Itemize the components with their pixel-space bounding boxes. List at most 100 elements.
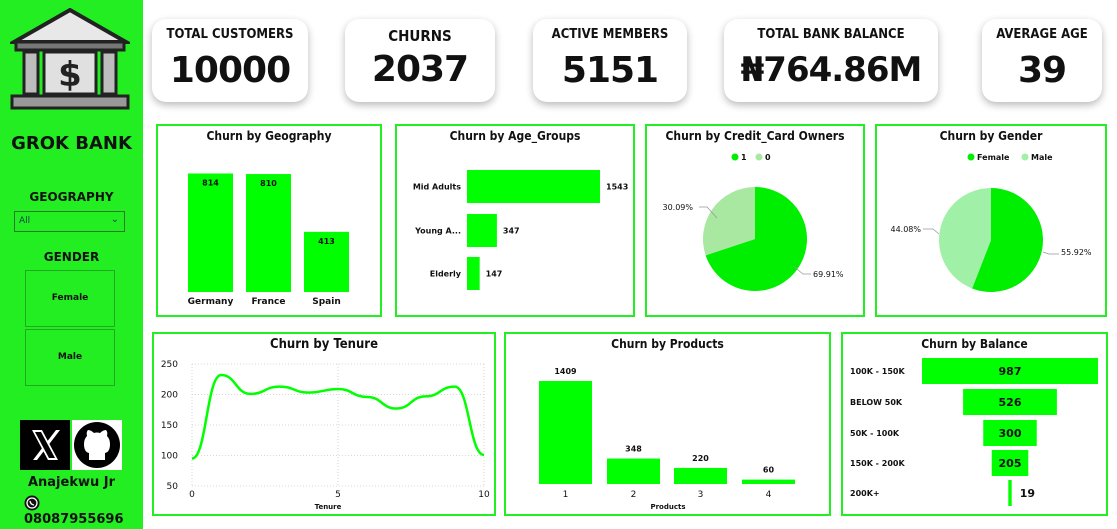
kpi-churns: CHURNS 2037	[345, 19, 495, 102]
gender-female-button[interactable]: Female	[25, 270, 115, 327]
x-axis-label: Products	[650, 503, 685, 511]
kpi-value: 39	[1017, 50, 1067, 91]
kpi-value: 5151	[561, 50, 659, 91]
bar	[607, 458, 660, 484]
brand-name: GROK BANK	[11, 133, 132, 154]
tick-label: 4	[766, 490, 772, 500]
bar	[467, 257, 480, 290]
tick-label: Young A...	[414, 227, 461, 236]
tick-label: 1	[563, 490, 569, 500]
category-label: 150K - 200K	[850, 459, 905, 468]
y-tick-label: 150	[161, 421, 178, 431]
geography-dropdown[interactable]: All ⌄	[14, 211, 125, 232]
data-label: 44.08%	[890, 225, 921, 234]
chart-credit-card: 69.91% 30.09% 1 0	[662, 153, 844, 291]
tick-label: Germany	[188, 297, 234, 307]
gender-filter-label: GENDER	[43, 250, 100, 264]
kpi-average-age: AVERAGE AGE 39	[982, 19, 1102, 102]
legend-label: 0	[765, 153, 771, 162]
data-label: 60	[763, 466, 775, 475]
data-label: 413	[318, 237, 335, 246]
legend-marker	[755, 153, 763, 161]
panel-churn-by-credit-card: Churn by Credit_Card Owners 69.91% 30.09%…	[645, 124, 865, 317]
leader-line	[1042, 251, 1059, 255]
category-label: 50K - 100K	[850, 429, 900, 438]
legend-marker	[731, 153, 739, 161]
tick-label: 2	[631, 490, 637, 500]
chevron-down-icon: ⌄	[110, 214, 119, 225]
chart-products: 1409 1 348 2 220 3 60 4 Products	[539, 367, 795, 511]
y-tick-label: 250	[161, 360, 178, 370]
svg-text:$: $	[58, 55, 82, 95]
legend-label: Male	[1031, 153, 1053, 162]
tick-label: Mid Adults	[413, 183, 461, 192]
panel-churn-by-products: Churn by Products 1409 1 348 2 220 3 60 4 Produc…	[504, 332, 831, 516]
kpi-value: ₦764.86M	[740, 50, 923, 90]
bar	[246, 174, 291, 292]
kpi-value: 10000	[169, 50, 291, 91]
bar	[674, 467, 727, 484]
panel-churn-by-gender: Churn by Gender 55.92% 44.08% Female Male	[875, 124, 1107, 317]
data-label: 987	[999, 365, 1022, 378]
data-label: 1543	[606, 183, 628, 192]
geography-filter-label: GEOGRAPHY	[29, 190, 114, 204]
panel-churn-by-geography: Churn by Geography 814 Germany 810 France 41…	[156, 124, 382, 317]
panel-churn-by-age-groups: Churn by Age_Groups 1543 Mid Adults 347 You…	[395, 124, 635, 317]
leader-line	[923, 228, 940, 235]
data-label: 1409	[554, 367, 577, 376]
kpi-active-members: ACTIVE MEMBERS 5151	[533, 19, 687, 102]
legend-marker	[1021, 153, 1029, 161]
author-name: Anajekwu Jr	[27, 475, 116, 490]
panel-churn-by-tenure: Churn by Tenure 50 100 150 200 250 0 5 10 Tenure	[152, 332, 496, 516]
data-label: 220	[692, 454, 709, 463]
chart-geography: 814 Germany 810 France 413 Spain	[188, 173, 349, 307]
kpi-value: 2037	[371, 49, 469, 90]
kpi-label: ACTIVE MEMBERS	[551, 27, 669, 42]
y-tick-label: 200	[161, 391, 178, 401]
github-icon[interactable]	[72, 420, 122, 470]
data-label: 300	[999, 427, 1022, 440]
kpi-label: CHURNS	[388, 27, 452, 45]
tick-label: 3	[698, 490, 704, 500]
chart-tenure: 50 100 150 200 250 0 5 10 Tenure	[161, 360, 490, 511]
data-label: 30.09%	[662, 203, 693, 212]
phone-number: 08087955696	[24, 512, 124, 527]
sidebar: $ GROK BANK GEOGRAPHY All ⌄ GENDER Femal…	[0, 0, 143, 529]
gender-male-button[interactable]: Male	[25, 329, 115, 386]
x-tick-label: 0	[189, 490, 195, 500]
bar	[539, 381, 592, 484]
tick-label: Elderly	[430, 270, 462, 279]
kpi-label: TOTAL BANK BALANCE	[757, 27, 905, 42]
dashboard-main: TOTAL CUSTOMERS 10000 CHURNS 2037 ACTIVE…	[143, 0, 1117, 529]
chart-gender: 55.92% 44.08% Female Male	[890, 153, 1092, 292]
bar	[467, 170, 600, 203]
bar	[467, 214, 497, 247]
data-label: 69.91%	[813, 270, 844, 279]
category-label: BELOW 50K	[850, 398, 903, 407]
data-label: 348	[625, 445, 642, 454]
tick-label: France	[252, 297, 286, 307]
data-label: 814	[202, 178, 219, 187]
legend-label: Female	[977, 153, 1010, 162]
chart-balance: 987 100K - 150K 526 BELOW 50K 300 50K - 100K 2…	[850, 358, 1098, 506]
x-logo-icon[interactable]	[20, 420, 70, 470]
chart-age-groups: 1543 Mid Adults 347 Young A... 147 Elderly	[413, 170, 628, 290]
data-label: 810	[260, 179, 277, 188]
data-label: 526	[999, 396, 1022, 409]
kpi-total-customers: TOTAL CUSTOMERS 10000	[152, 19, 308, 102]
data-label: 347	[503, 227, 520, 236]
category-label: 200K+	[850, 489, 880, 498]
bar	[188, 173, 233, 292]
data-label: 205	[999, 457, 1022, 470]
panel-churn-by-balance: Churn by Balance 987 100K - 150K 526 BELOW …	[841, 332, 1108, 516]
tick-label: Spain	[312, 297, 341, 307]
data-label: 147	[486, 270, 503, 279]
x-tick-label: 10	[478, 490, 490, 500]
data-label: 19	[1020, 487, 1035, 500]
x-axis-label: Tenure	[315, 503, 342, 511]
x-tick-label: 5	[335, 490, 341, 500]
series-line	[191, 373, 485, 460]
legend-marker	[967, 153, 975, 161]
data-label: 55.92%	[1061, 248, 1092, 257]
kpi-label: AVERAGE AGE	[996, 27, 1088, 42]
